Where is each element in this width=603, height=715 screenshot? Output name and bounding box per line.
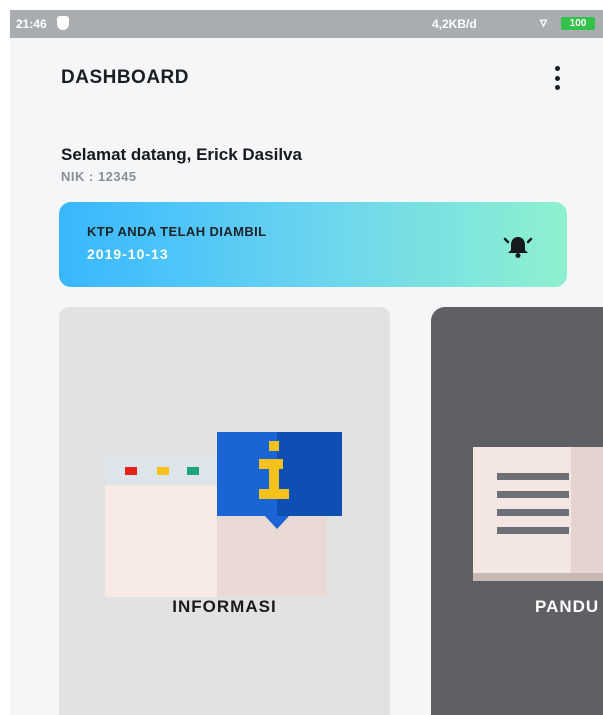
page-title: DASHBOARD	[61, 67, 189, 88]
battery-icon: 100	[561, 17, 595, 30]
wifi-icon: ▿	[540, 14, 548, 30]
more-vertical-icon[interactable]	[550, 66, 564, 90]
welcome-message: Selamat datang, Erick Dasilva	[61, 145, 302, 164]
notification-title: KTP ANDA TELAH DIAMBIL	[87, 224, 267, 239]
alarm-bell-icon	[503, 237, 533, 258]
information-icon	[105, 432, 342, 597]
status-time: 21:46	[16, 17, 47, 31]
notification-banner[interactable]: KTP ANDA TELAH DIAMBIL 2019-10-13	[59, 202, 567, 287]
guide-book-icon	[473, 447, 603, 581]
card-label-pandu: PANDU	[535, 597, 600, 616]
pandu-card[interactable]: PANDU	[431, 307, 603, 715]
nik-label: NIK : 12345	[61, 169, 137, 184]
notification-date: 2019-10-13	[87, 246, 169, 262]
app-screen: 21:46 4,2KB/d ▿ 100 DASHBOARD Selamat da…	[10, 10, 603, 715]
card-label-informasi: INFORMASI	[172, 597, 277, 616]
network-speed: 4,2KB/d	[432, 17, 477, 31]
shield-icon	[57, 16, 69, 30]
informasi-card[interactable]: INFORMASI	[59, 307, 390, 715]
status-bar: 21:46 4,2KB/d ▿ 100	[10, 10, 603, 38]
